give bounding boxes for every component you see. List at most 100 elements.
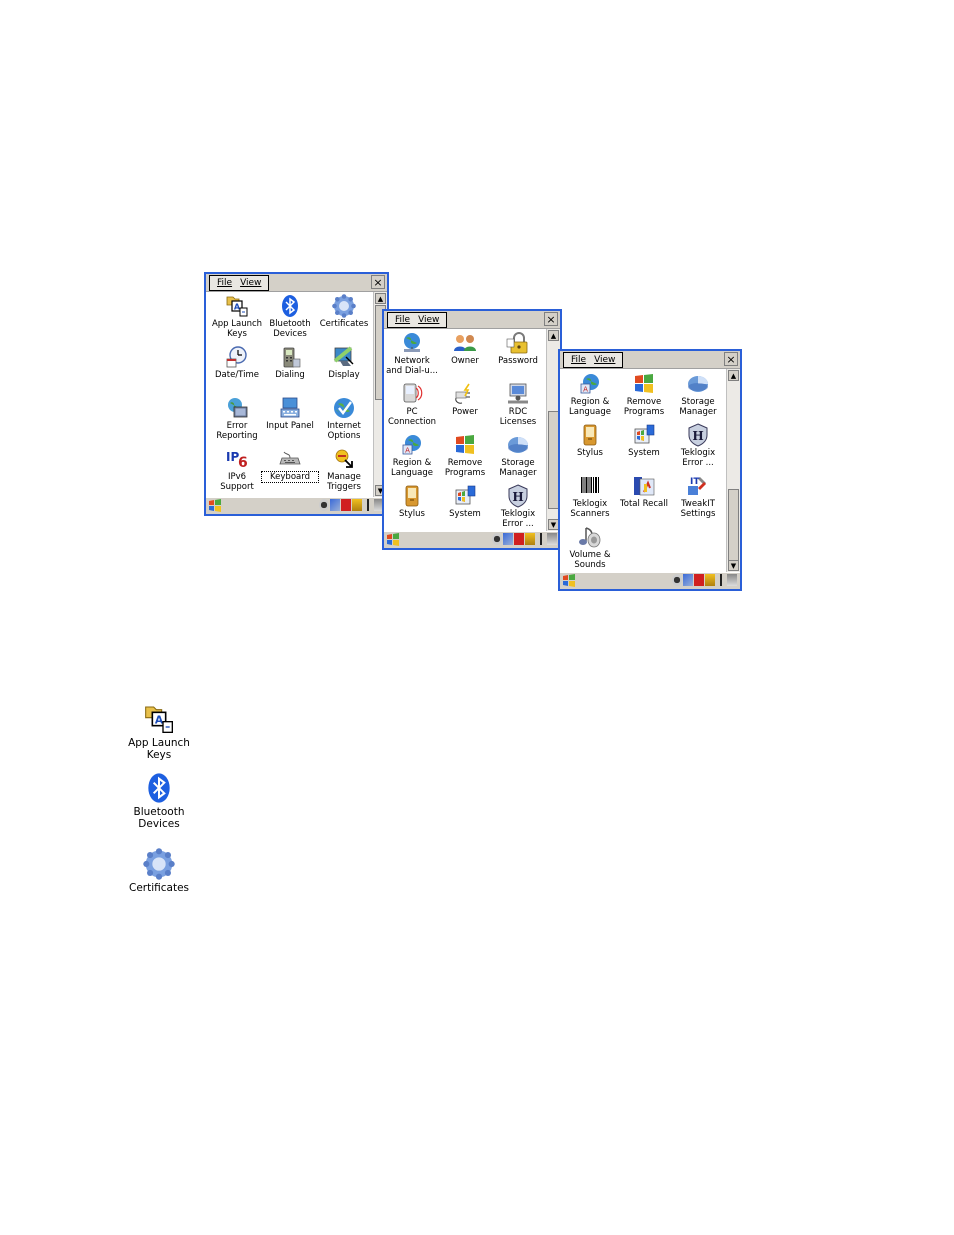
item-password[interactable]: Password bbox=[490, 331, 546, 366]
battery-icon[interactable] bbox=[705, 574, 715, 586]
item-date-time[interactable]: Date/Time bbox=[209, 345, 265, 380]
item-stylus[interactable]: Stylus bbox=[384, 484, 440, 519]
network-status-icon[interactable] bbox=[683, 574, 693, 586]
item-label: Owner bbox=[451, 356, 479, 366]
menu-view[interactable]: View bbox=[418, 315, 439, 325]
item-label: Region & Language bbox=[391, 458, 433, 478]
password-icon bbox=[506, 331, 530, 355]
menu-file[interactable]: File bbox=[395, 315, 410, 325]
item-display[interactable]: Display bbox=[316, 345, 372, 380]
taskbar bbox=[206, 497, 387, 514]
error-reporting-icon bbox=[225, 396, 249, 420]
item-label: System bbox=[449, 509, 481, 519]
taskbar bbox=[384, 531, 560, 548]
start-icon[interactable] bbox=[386, 533, 400, 546]
network-status-icon[interactable] bbox=[330, 499, 340, 511]
vertical-scrollbar[interactable]: ▲ ▼ bbox=[726, 369, 740, 572]
item-label: Network and Dial-u... bbox=[386, 356, 438, 376]
large-icon-certificates[interactable]: Certificates bbox=[119, 848, 199, 894]
item-teklogix-scanners[interactable]: Teklogix Scanners bbox=[562, 474, 618, 519]
item-label: Internet Options bbox=[327, 421, 361, 441]
item-error-reporting[interactable]: Error Reporting bbox=[209, 396, 265, 441]
battery-icon[interactable] bbox=[352, 499, 362, 511]
item-label: Certificates bbox=[319, 319, 369, 329]
network-status-icon[interactable] bbox=[503, 533, 513, 545]
bluetooth-icon bbox=[143, 772, 175, 804]
item-tweakit-settings[interactable]: TweakIT Settings bbox=[670, 474, 726, 519]
scroll-thumb[interactable] bbox=[728, 489, 739, 563]
item-pc-connection[interactable]: PC Connection bbox=[384, 382, 440, 427]
wireless-icon[interactable] bbox=[672, 574, 682, 586]
item-volume-sounds[interactable]: Volume & Sounds bbox=[562, 525, 618, 570]
input-panel-icon bbox=[278, 396, 302, 420]
manage-triggers-icon bbox=[332, 447, 356, 471]
keyboard-tray-icon[interactable] bbox=[547, 533, 557, 545]
item-bluetooth-devices[interactable]: Bluetooth Devices bbox=[262, 294, 318, 339]
item-storage-manager[interactable]: Storage Manager bbox=[670, 372, 726, 417]
item-keyboard[interactable]: Keyboard bbox=[261, 447, 319, 483]
scroll-up-arrow[interactable]: ▲ bbox=[728, 370, 739, 381]
item-label: Keyboard bbox=[261, 471, 319, 483]
item-label: Dialing bbox=[275, 370, 305, 380]
dialing-icon bbox=[278, 345, 302, 369]
scroll-down-arrow[interactable]: ▼ bbox=[728, 560, 739, 571]
item-teklogix-error[interactable]: Teklogix Error ... bbox=[670, 423, 726, 468]
item-region-language[interactable]: Region & Language bbox=[562, 372, 618, 417]
large-icon-bluetooth-devices[interactable]: Bluetooth Devices bbox=[119, 772, 199, 830]
system-tray bbox=[319, 499, 384, 511]
item-internet-options[interactable]: Internet Options bbox=[316, 396, 372, 441]
menu-file[interactable]: File bbox=[217, 278, 232, 288]
bluetooth-icon bbox=[278, 294, 302, 318]
battery-alert-icon[interactable] bbox=[694, 574, 704, 586]
item-ipv6-support[interactable]: IPv6 Support bbox=[209, 447, 265, 492]
item-power[interactable]: Power bbox=[437, 382, 493, 417]
info-icon[interactable] bbox=[536, 533, 546, 545]
scroll-up-arrow[interactable]: ▲ bbox=[548, 330, 559, 341]
menu-view[interactable]: View bbox=[594, 355, 615, 365]
battery-icon[interactable] bbox=[525, 533, 535, 545]
item-owner[interactable]: Owner bbox=[437, 331, 493, 366]
item-network-dialup[interactable]: Network and Dial-u... bbox=[384, 331, 440, 376]
item-certificates[interactable]: Certificates bbox=[316, 294, 372, 329]
item-remove-programs[interactable]: Remove Programs bbox=[437, 433, 493, 478]
icon-grid: App Launch Keys Bluetooth Devices Certif… bbox=[206, 292, 373, 497]
item-app-launch-keys[interactable]: App Launch Keys bbox=[209, 294, 265, 339]
close-button[interactable]: × bbox=[371, 275, 385, 289]
item-label: Stylus bbox=[399, 509, 425, 519]
item-rdc-licenses[interactable]: RDC Licenses bbox=[490, 382, 546, 427]
scroll-up-arrow[interactable]: ▲ bbox=[375, 293, 386, 304]
menu-group: File View bbox=[563, 352, 624, 368]
item-region-language[interactable]: Region & Language bbox=[384, 433, 440, 478]
item-total-recall[interactable]: Total Recall bbox=[616, 474, 672, 509]
item-dialing[interactable]: Dialing bbox=[262, 345, 318, 380]
battery-alert-icon[interactable] bbox=[514, 533, 524, 545]
region-language-icon bbox=[578, 372, 602, 396]
app-launch-keys-icon bbox=[225, 294, 249, 318]
start-icon[interactable] bbox=[562, 574, 576, 587]
wireless-icon[interactable] bbox=[319, 499, 329, 511]
item-input-panel[interactable]: Input Panel bbox=[262, 396, 318, 431]
large-icon-app-launch-keys[interactable]: App Launch Keys bbox=[119, 703, 199, 761]
start-icon[interactable] bbox=[208, 499, 222, 512]
menu-file[interactable]: File bbox=[571, 355, 586, 365]
battery-alert-icon[interactable] bbox=[341, 499, 351, 511]
large-icon-label: App Launch Keys bbox=[128, 737, 190, 761]
menu-view[interactable]: View bbox=[240, 278, 261, 288]
item-storage-manager[interactable]: Storage Manager bbox=[490, 433, 546, 478]
wireless-icon[interactable] bbox=[492, 533, 502, 545]
item-teklogix-error[interactable]: Teklogix Error ... bbox=[490, 484, 546, 529]
info-icon[interactable] bbox=[716, 574, 726, 586]
item-system[interactable]: System bbox=[437, 484, 493, 519]
large-icon-label: Certificates bbox=[128, 882, 189, 894]
item-label: Volume & Sounds bbox=[569, 550, 611, 570]
item-label: App Launch Keys bbox=[211, 319, 263, 339]
item-manage-triggers[interactable]: Manage Triggers bbox=[316, 447, 372, 492]
item-system[interactable]: System bbox=[616, 423, 672, 458]
info-icon[interactable] bbox=[363, 499, 373, 511]
item-remove-programs[interactable]: Remove Programs bbox=[616, 372, 672, 417]
keyboard-tray-icon[interactable] bbox=[727, 574, 737, 586]
close-button[interactable]: × bbox=[724, 352, 738, 366]
close-button[interactable]: × bbox=[544, 312, 558, 326]
item-label: Teklogix Scanners bbox=[570, 499, 610, 519]
item-stylus[interactable]: Stylus bbox=[562, 423, 618, 458]
